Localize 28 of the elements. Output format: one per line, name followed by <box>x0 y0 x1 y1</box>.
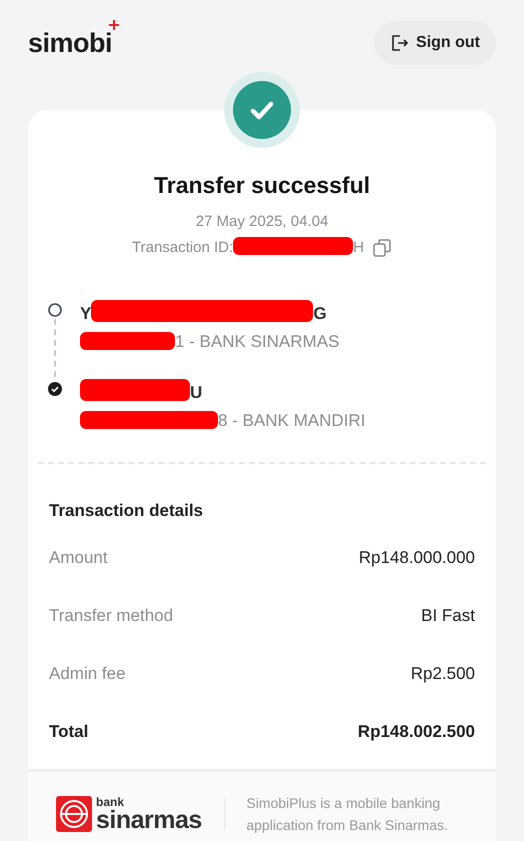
copy-icon[interactable] <box>372 238 392 258</box>
detail-label: Total <box>49 721 88 743</box>
app-logo: simobi <box>28 22 112 64</box>
transaction-date: 27 May 2025, 04.04 <box>194 212 330 232</box>
success-check-icon <box>233 81 291 139</box>
sign-out-button[interactable]: Sign out <box>374 21 496 65</box>
party-name: U <box>80 378 366 404</box>
transaction-id: Transaction ID: H <box>132 237 364 258</box>
bank-logo-icon <box>56 796 92 832</box>
origin-marker-icon <box>48 302 62 316</box>
bank-name: sinarmas <box>96 808 202 832</box>
sign-out-icon <box>390 34 408 52</box>
status-title: Transfer successful <box>152 171 372 200</box>
detail-value: Rp148.002.500 <box>358 721 475 743</box>
detail-label: Amount <box>49 547 108 569</box>
detail-value: Rp148.000.000 <box>358 547 475 569</box>
destination-check-icon <box>48 382 62 396</box>
bank-logo-text: bank <box>96 796 126 808</box>
account-number: 8 - BANK MANDIRI <box>80 410 366 432</box>
footer-text: SimobiPlus is a mobile banking application from Bank Sinarmas. <box>246 794 449 835</box>
party-name: Y G <box>80 300 340 324</box>
detail-value: Rp2.500 <box>410 663 475 685</box>
account-number: 1 - BANK SINARMAS <box>80 330 340 352</box>
detail-label: Admin fee <box>49 663 126 685</box>
section-title: Transaction details <box>49 500 204 522</box>
detail-value: BI Fast <box>421 605 475 627</box>
detail-label: Transfer method <box>49 605 174 627</box>
plus-icon <box>109 20 120 30</box>
